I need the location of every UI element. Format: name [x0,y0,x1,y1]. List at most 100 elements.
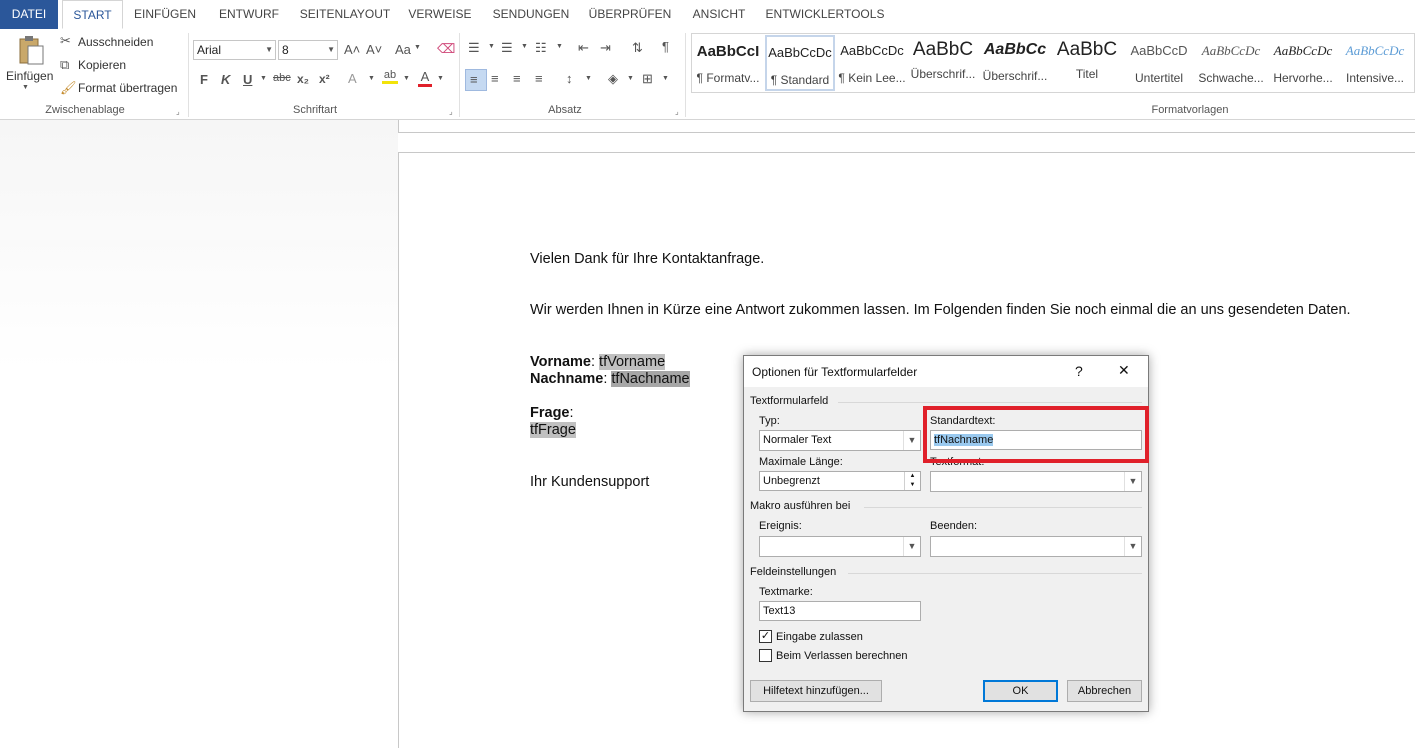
add-help-text-button[interactable]: Hilfetext hinzufügen... [750,680,882,702]
tab-entwicklertools[interactable]: ENTWICKLERTOOLS [765,0,885,29]
justify-icon[interactable]: ≡ [535,71,543,86]
align-right-icon[interactable]: ≡ [513,71,521,86]
form-field-vorname[interactable]: tfVorname [599,354,666,370]
type-select[interactable]: Normaler Text ▼ [759,430,921,451]
style-titel[interactable]: AaBbC Titel [1052,35,1122,91]
underline-button[interactable]: U [243,72,252,87]
shading-icon[interactable]: ◈ [608,71,618,87]
help-icon[interactable]: ? [1075,363,1083,379]
max-length-spinner[interactable]: Unbegrenzt ▲ ▼ [759,471,921,491]
group-label-clipboard: Zwischenablage [45,104,125,116]
tab-sendungen[interactable]: SENDUNGEN [488,0,574,29]
chevron-down-icon[interactable]: ▼ [585,75,592,82]
close-icon[interactable]: ✕ [1118,362,1130,379]
font-color-icon[interactable]: A [418,69,432,87]
sort-icon[interactable]: ⇅ [632,40,643,56]
style-ueberschrift-2[interactable]: AaBbCc Überschrif... [980,35,1050,91]
paste-dropdown-icon[interactable]: ▼ [22,84,29,91]
calc-on-exit-checkbox[interactable] [759,649,772,662]
section-textformularfeld: Textformularfeld [750,395,829,407]
align-left-button[interactable]: ≡ [465,69,487,91]
chevron-down-icon[interactable]: ▼ [403,75,410,82]
allow-input-checkbox[interactable]: ✓ [759,630,772,643]
format-painter-button[interactable]: Format übertragen [78,81,177,95]
highlight-annotation-box [923,406,1149,463]
ok-button[interactable]: OK [983,680,1058,702]
text-format-select[interactable]: ▼ [930,471,1142,492]
chevron-down-icon[interactable]: ▼ [414,44,421,51]
paste-button[interactable]: Einfügen [6,69,53,83]
line-spacing-icon[interactable]: ↕ [566,71,573,86]
style-untertitel[interactable]: AaBbCcD Untertitel [1124,35,1194,91]
style-schwache-hervorhebung[interactable]: AaBbCcDc Schwache... [1196,35,1266,91]
bullets-icon[interactable]: ☰ [468,40,480,56]
spinner-arrows-icon[interactable]: ▲ ▼ [904,472,920,490]
tab-ansicht[interactable]: ANSICHT [686,0,752,29]
superscript-button[interactable]: x² [319,72,330,86]
style-name: Intensive... [1345,71,1405,85]
chevron-down-icon[interactable]: ▼ [556,43,563,50]
highlight-icon[interactable]: ab [382,69,398,84]
tab-verweise[interactable]: VERWEISE [406,0,474,29]
style-sample: AaBbCcDc [1345,43,1405,58]
form-field-nachname[interactable]: tfNachname [611,371,690,387]
font-name-combo[interactable]: Arial ▼ [193,40,276,60]
pilcrow-icon[interactable]: ¶ [662,39,669,54]
doc-nachname-line: Nachname: tfNachname [530,371,690,387]
tab-datei[interactable]: DATEI [0,0,58,29]
divider [848,573,1142,574]
chevron-down-icon[interactable]: ▼ [368,75,375,82]
decrease-indent-icon[interactable]: ⇤ [578,40,589,56]
tab-ueberpruefen[interactable]: ÜBERPRÜFEN [587,0,673,29]
bookmark-input[interactable]: Text13 [759,601,921,621]
event-select[interactable]: ▼ [759,536,921,557]
style-standard[interactable]: AaBbCcDc ¶ Standard [765,35,835,91]
style-name: ¶ Kein Lee... [838,71,906,85]
style-hervorhebung[interactable]: AaBbCcDc Hervorhe... [1268,35,1338,91]
subscript-button[interactable]: x₂ [297,72,309,86]
align-center-icon[interactable]: ≡ [491,71,499,86]
style-formatvorlage[interactable]: AaBbCcI ¶ Formatv... [693,35,763,91]
text-effects-icon[interactable]: A [348,71,357,86]
style-name: Titel [1075,67,1099,81]
doc-frage-field-line: tfFrage [530,422,576,438]
change-case-icon[interactable]: Aa [395,42,411,57]
tab-seitenlayout[interactable]: SEITENLAYOUT [297,0,393,29]
clipboard-launcher-icon[interactable]: ⌟ [176,107,180,116]
chevron-down-icon[interactable]: ▼ [437,75,444,82]
multilevel-list-icon[interactable]: ☷ [535,40,547,56]
style-intensive-hervorhebung[interactable]: AaBbCcDc Intensive... [1340,35,1410,91]
cancel-button[interactable]: Abbrechen [1067,680,1142,702]
paragraph-launcher-icon[interactable]: ⌟ [675,107,679,116]
copy-button[interactable]: Kopieren [78,58,126,72]
scissors-icon: ✂ [60,33,71,48]
chevron-down-icon[interactable]: ▼ [488,43,495,50]
style-name: Schwache... [1198,71,1264,85]
style-kein-leerraum[interactable]: AaBbCcDc ¶ Kein Lee... [837,35,907,91]
font-launcher-icon[interactable]: ⌟ [449,107,453,116]
chevron-down-icon[interactable]: ▼ [260,75,267,82]
tab-start[interactable]: START [62,0,123,29]
shrink-font-icon[interactable]: A˅ [366,42,382,57]
chevron-down-icon[interactable]: ▼ [627,75,634,82]
chevron-down-icon[interactable]: ▼ [662,75,669,82]
numbering-icon[interactable]: ☰ [501,40,513,56]
font-size-combo[interactable]: 8 ▼ [278,40,338,60]
tab-einfuegen[interactable]: EINFÜGEN [130,0,200,29]
strikethrough-button[interactable]: abc [273,72,291,84]
chevron-down-icon[interactable]: ▼ [521,43,528,50]
style-ueberschrift-1[interactable]: AaBbC Überschrif... [908,35,978,91]
grow-font-icon[interactable]: A˄ [344,42,360,57]
exit-select[interactable]: ▼ [930,536,1142,557]
italic-button[interactable]: K [221,72,230,87]
paste-icon[interactable] [16,33,46,67]
clear-formatting-icon[interactable]: ⌫ [437,41,455,57]
increase-indent-icon[interactable]: ⇥ [600,40,611,56]
tab-entwurf[interactable]: ENTWURF [214,0,284,29]
bold-button[interactable]: F [200,72,208,87]
form-field-frage[interactable]: tfFrage [530,422,576,438]
cut-button[interactable]: Ausschneiden [78,35,153,49]
chevron-down-icon: ▼ [265,45,273,54]
borders-icon[interactable]: ⊞ [642,71,653,87]
format-painter-icon: 🖌 [60,80,77,95]
